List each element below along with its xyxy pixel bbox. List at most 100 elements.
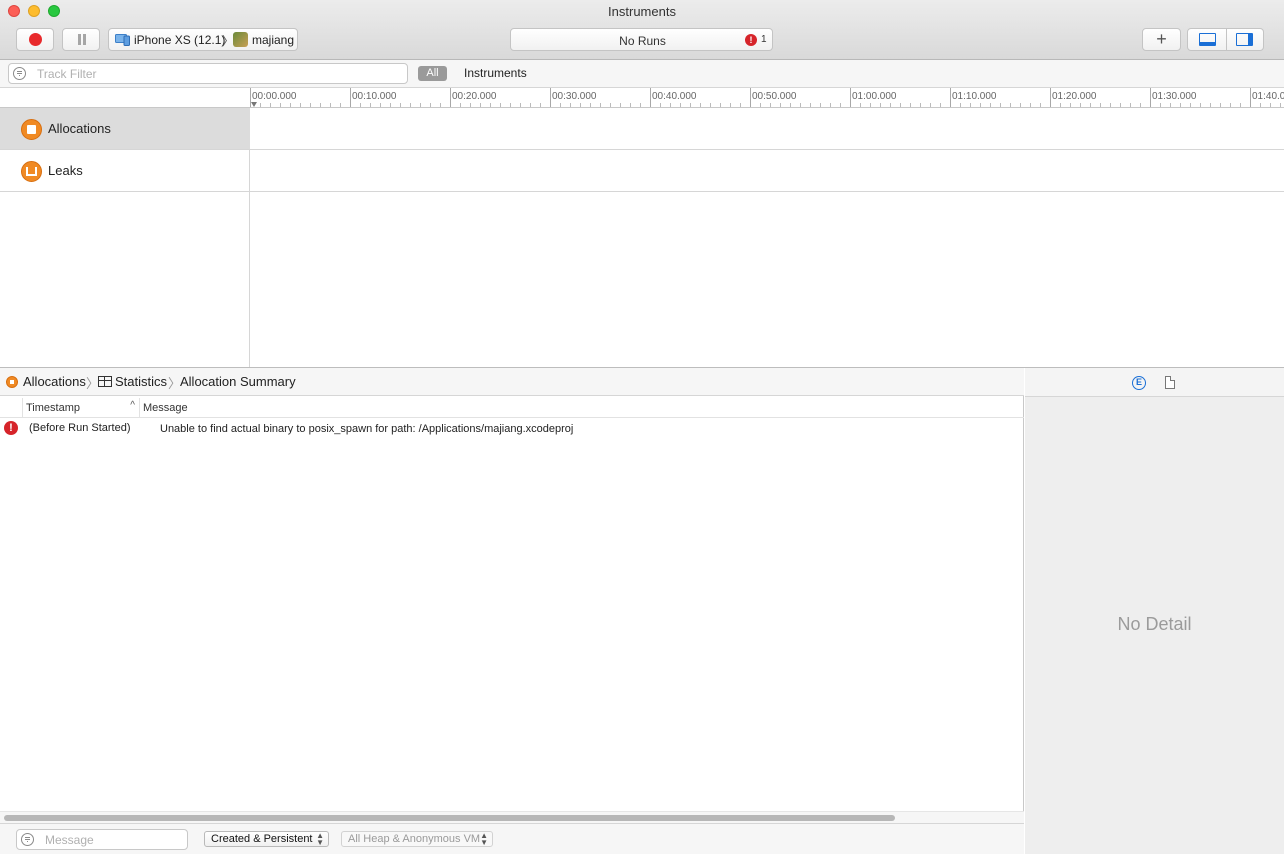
ruler-minor-tick [1260, 103, 1261, 107]
ruler-minor-tick [480, 103, 481, 107]
ruler-minor-tick [600, 103, 601, 107]
target-selector[interactable]: iPhone XS (12.1) 〉 majiang [108, 28, 298, 51]
ruler-minor-tick [430, 103, 431, 107]
instruments-scope-button[interactable]: Instruments [464, 66, 527, 80]
detail-filter-bar: Created & Persistent ▲▼ All Heap & Anony… [0, 823, 1024, 854]
extended-detail-icon[interactable]: E [1132, 376, 1146, 390]
allocations-lane[interactable] [250, 108, 1284, 150]
inspector-pane: E No Detail [1025, 368, 1284, 854]
ruler-minor-tick [1160, 103, 1161, 107]
ruler-minor-tick [720, 103, 721, 107]
ruler-minor-tick [490, 103, 491, 107]
table-row[interactable]: ! (Before Run Started) Unable to find ac… [0, 420, 1024, 438]
ruler-minor-tick [510, 103, 511, 107]
error-icon: ! [4, 421, 18, 435]
ruler-minor-tick [1240, 103, 1241, 107]
ruler-major-tick [450, 88, 451, 107]
pause-button[interactable] [62, 28, 100, 51]
ruler-tick-label: 00:00.000 [252, 91, 297, 102]
empty-state-label: No Detail [1117, 614, 1192, 634]
leaks-icon [21, 161, 42, 182]
track-leaks[interactable]: Leaks [0, 150, 250, 192]
ruler-minor-tick [1010, 103, 1011, 107]
ruler-major-tick [1050, 88, 1051, 107]
ruler-tick-label: 00:10.000 [352, 91, 397, 102]
ruler-tick-label: 01:30.000 [1152, 91, 1197, 102]
ruler-minor-tick [280, 103, 281, 107]
ruler-minor-tick [790, 103, 791, 107]
updown-arrows-icon: ▲ ▼ [480, 831, 488, 847]
track-filter-input[interactable] [37, 66, 397, 81]
ruler-minor-tick [620, 103, 621, 107]
toggle-inspector-pane-icon[interactable] [1236, 33, 1253, 46]
leaks-lane[interactable] [250, 150, 1284, 192]
ruler-major-tick [850, 88, 851, 107]
ruler-minor-tick [640, 103, 641, 107]
column-header-message[interactable]: Message [143, 402, 188, 414]
plus-icon: + [1156, 29, 1167, 49]
ruler-minor-tick [590, 103, 591, 107]
ruler-tick-label: 01:00.000 [852, 91, 897, 102]
ruler-minor-tick [830, 103, 831, 107]
message-filter-input[interactable] [45, 832, 175, 847]
track-filter-field[interactable] [8, 63, 408, 84]
jump-bar-item-allocation-summary[interactable]: Allocation Summary [180, 374, 296, 389]
ruler-minor-tick [730, 103, 731, 107]
ruler-minor-tick [990, 103, 991, 107]
all-scope-button[interactable]: All [418, 66, 447, 81]
record-button[interactable] [16, 28, 54, 51]
ruler-tick-label: 00:30.000 [552, 91, 597, 102]
playhead-marker[interactable] [251, 102, 257, 107]
device-label: iPhone XS (12.1) [134, 33, 226, 47]
document-icon[interactable] [1165, 376, 1175, 389]
ruler-minor-tick [820, 103, 821, 107]
allocation-lifespan-popup[interactable]: Created & Persistent ▲ ▼ [204, 831, 329, 847]
ruler-tick-label: 01:20.000 [1052, 91, 1097, 102]
allocations-icon [21, 119, 42, 140]
jump-bar-item-allocations[interactable]: Allocations [23, 374, 86, 389]
time-ruler[interactable]: 00:00.000 00:10.000 00:20.000 00:30.000 00:4… [250, 88, 1284, 108]
jump-bar-item-statistics[interactable]: Statistics [115, 374, 167, 389]
ruler-minor-tick [380, 103, 381, 107]
ruler-minor-tick [1210, 103, 1211, 107]
ruler-minor-tick [270, 103, 271, 107]
ruler-minor-tick [970, 103, 971, 107]
ruler-minor-tick [890, 103, 891, 107]
runs-label: No Runs [619, 34, 666, 48]
detail-pane: Allocations 〉 Statistics 〉 Allocation Su… [0, 368, 1024, 854]
ruler-minor-tick [1060, 103, 1061, 107]
updown-arrows-icon: ▲ ▼ [316, 831, 324, 847]
ruler-major-tick [350, 88, 351, 107]
ruler-minor-tick [1000, 103, 1001, 107]
error-icon[interactable]: ! [745, 34, 757, 46]
table-grid-icon [98, 376, 112, 387]
ruler-minor-tick [880, 103, 881, 107]
log-table-header: Timestamp ^ Message [0, 398, 1024, 418]
allocation-type-popup[interactable]: All Heap & Anonymous VM ▲ ▼ [341, 831, 493, 847]
ruler-minor-tick [700, 103, 701, 107]
ruler-minor-tick [930, 103, 931, 107]
ruler-minor-tick [560, 103, 561, 107]
ruler-minor-tick [740, 103, 741, 107]
ruler-major-tick [1150, 88, 1151, 107]
timeline-area: 00:00.000 00:10.000 00:20.000 00:30.000 00:4… [0, 88, 1284, 368]
message-filter-field[interactable] [16, 829, 188, 850]
allocations-icon [6, 376, 18, 388]
ruler-minor-tick [370, 103, 371, 107]
ruler-minor-tick [530, 103, 531, 107]
add-instrument-button[interactable]: + [1142, 28, 1181, 51]
run-status-display[interactable]: No Runs ! 1 [510, 28, 773, 51]
ruler-minor-tick [1090, 103, 1091, 107]
track-allocations[interactable]: Allocations [0, 108, 250, 150]
ruler-minor-tick [1110, 103, 1111, 107]
ruler-minor-tick [460, 103, 461, 107]
ruler-tick-label: 00:50.000 [752, 91, 797, 102]
track-label: Leaks [48, 163, 83, 178]
toggle-detail-pane-icon[interactable] [1199, 33, 1216, 46]
ruler-minor-tick [710, 103, 711, 107]
ruler-minor-tick [670, 103, 671, 107]
horizontal-scrollbar[interactable] [0, 811, 1024, 823]
ruler-minor-tick [300, 103, 301, 107]
scrollbar-thumb[interactable] [4, 815, 895, 821]
column-header-timestamp[interactable]: Timestamp ^ [22, 398, 140, 418]
